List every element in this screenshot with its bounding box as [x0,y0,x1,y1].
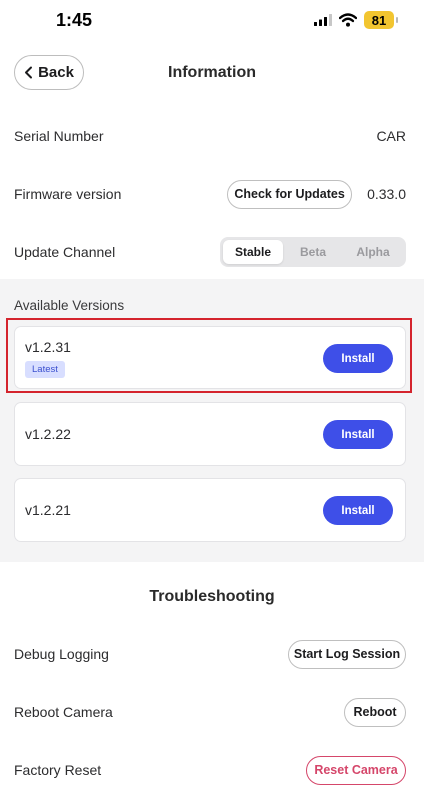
reboot-button[interactable]: Reboot [344,697,406,727]
reboot-camera-row: Reboot Camera Reboot [14,694,406,730]
page-title: Information [168,64,256,81]
factory-reset-label: Factory Reset [14,762,102,778]
status-time: 1:45 [56,10,93,30]
status-bar: 1:45 81 [0,0,424,44]
wifi-icon [339,13,357,27]
version-card: v1.2.22 Install [14,402,406,466]
version-label: v1.2.22 [25,426,71,442]
firmware-label: Firmware version [14,186,122,202]
debug-logging-row: Debug Logging Start Log Session [14,636,406,672]
firmware-controls: Check for Updates 0.33.0 [227,179,406,209]
serial-number-row: Serial Number CAR [14,118,406,154]
start-log-session-button[interactable]: Start Log Session [288,639,406,669]
troubleshooting-title: Troubleshooting [149,588,275,605]
firmware-version-value: 0.33.0 [367,186,406,202]
battery-icon: 81 [364,11,398,29]
install-button[interactable]: Install [323,496,393,525]
status-icons: 81 [314,11,398,29]
factory-reset-row: Factory Reset Reset Camera [14,752,406,788]
selection-highlight [6,318,412,393]
reset-camera-button[interactable]: Reset Camera [306,755,406,785]
version-card: v1.2.21 Install [14,478,406,542]
update-channel-row: Update Channel Stable Beta Alpha [14,234,406,270]
serial-number-value: CAR [376,128,406,144]
serial-number-label: Serial Number [14,128,104,144]
check-for-updates-button[interactable]: Check for Updates [227,179,353,209]
header: Back Information [0,52,424,96]
debug-logging-label: Debug Logging [14,646,109,662]
update-channel-selector: Stable Beta Alpha [220,237,406,267]
cellular-signal-icon [314,14,332,26]
battery-level: 81 [371,12,387,28]
channel-option-beta[interactable]: Beta [283,240,343,264]
channel-option-alpha[interactable]: Alpha [343,240,403,264]
firmware-row: Firmware version Check for Updates 0.33.… [14,176,406,212]
version-label: v1.2.21 [25,502,71,518]
reboot-camera-label: Reboot Camera [14,704,113,720]
update-channel-label: Update Channel [14,244,116,260]
available-versions-title: Available Versions [14,298,125,313]
install-button[interactable]: Install [323,420,393,449]
channel-option-stable[interactable]: Stable [223,240,283,264]
